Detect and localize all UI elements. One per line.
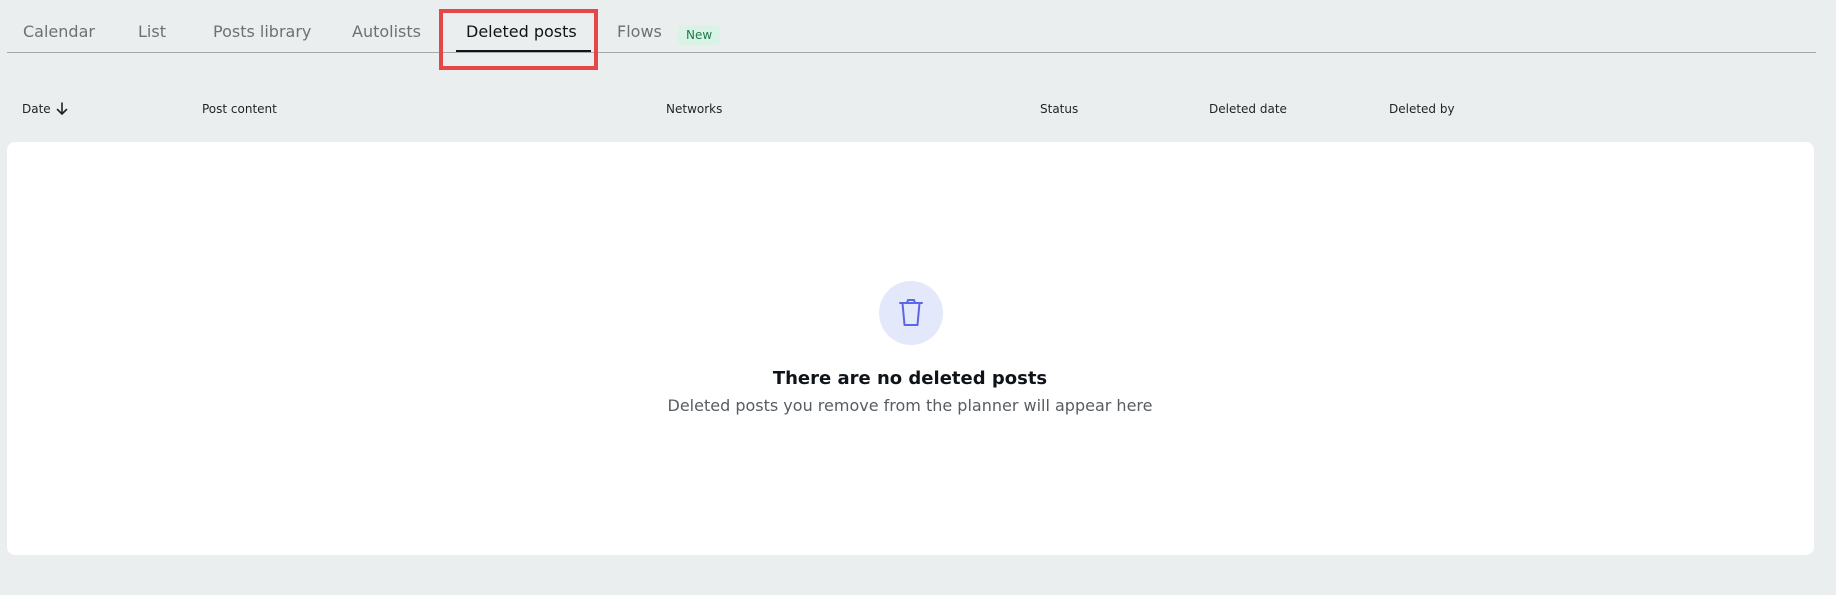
column-header-post-content[interactable]: Post content: [202, 102, 277, 116]
column-header-networks[interactable]: Networks: [666, 102, 722, 116]
tab-list[interactable]: List: [138, 22, 166, 41]
column-header-deleted-date[interactable]: Deleted date: [1209, 102, 1287, 116]
tab-flows[interactable]: Flows: [617, 22, 662, 41]
tab-deleted-posts[interactable]: Deleted posts: [466, 22, 577, 41]
arrow-down-icon[interactable]: [54, 101, 70, 117]
empty-state-title: There are no deleted posts: [772, 368, 1048, 389]
tab-posts-library[interactable]: Posts library: [213, 22, 311, 41]
tab-autolists[interactable]: Autolists: [352, 22, 421, 41]
column-header-deleted-by[interactable]: Deleted by: [1389, 102, 1455, 116]
empty-state-subtitle: Deleted posts you remove from the planne…: [667, 396, 1153, 415]
trash-icon: [899, 299, 923, 326]
empty-state-icon-container: [879, 281, 943, 345]
column-header-status[interactable]: Status: [1040, 102, 1078, 116]
active-tab-indicator: [456, 50, 591, 52]
tab-bar: Calendar List Posts library Autolists De…: [7, 0, 1816, 53]
tab-calendar[interactable]: Calendar: [23, 22, 95, 41]
column-header-date[interactable]: Date: [22, 102, 51, 116]
empty-table-panel: [7, 142, 1814, 555]
new-badge: New: [678, 25, 721, 45]
